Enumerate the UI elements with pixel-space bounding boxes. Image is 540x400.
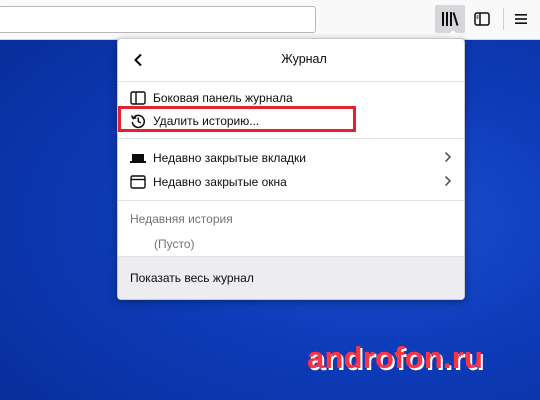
library-icon bbox=[442, 12, 459, 26]
toolbar-separator bbox=[503, 8, 504, 30]
divider bbox=[118, 81, 464, 82]
recently-closed-windows-item[interactable]: Недавно закрытые окна bbox=[118, 170, 464, 194]
show-all-history-label: Показать весь журнал bbox=[130, 271, 254, 285]
highlight-box bbox=[118, 106, 356, 132]
divider bbox=[118, 138, 464, 139]
sidebar-button[interactable] bbox=[467, 5, 497, 33]
history-panel: Журнал Боковая панель журнала Удалить ис… bbox=[117, 38, 465, 300]
chevron-right-icon bbox=[444, 151, 452, 163]
divider bbox=[118, 200, 464, 201]
window-icon bbox=[129, 174, 147, 190]
tab-icon bbox=[129, 150, 147, 166]
hamburger-menu-icon bbox=[515, 14, 527, 24]
sidebar-history-icon bbox=[129, 90, 147, 106]
panel-title: Журнал bbox=[281, 52, 327, 66]
recently-closed-tabs-item[interactable]: Недавно закрытые вкладки bbox=[118, 146, 464, 170]
sidebar-icon bbox=[474, 12, 490, 26]
recent-history-heading: Недавняя история bbox=[130, 212, 233, 226]
panel-header: Журнал bbox=[118, 39, 464, 81]
sidebar-history-label: Боковая панель журнала bbox=[153, 91, 293, 105]
recently-closed-tabs-label: Недавно закрытые вкладки bbox=[153, 151, 307, 165]
show-all-history-button[interactable]: Показать весь журнал bbox=[118, 256, 464, 299]
recently-closed-windows-label: Недавно закрытые окна bbox=[153, 175, 287, 189]
recent-history-empty: (Пусто) bbox=[154, 237, 195, 251]
watermark: androfon.ru bbox=[307, 340, 484, 375]
url-bar[interactable] bbox=[0, 6, 316, 33]
menu-button[interactable] bbox=[506, 5, 536, 33]
library-button[interactable] bbox=[435, 5, 465, 33]
chevron-right-icon bbox=[444, 175, 452, 187]
